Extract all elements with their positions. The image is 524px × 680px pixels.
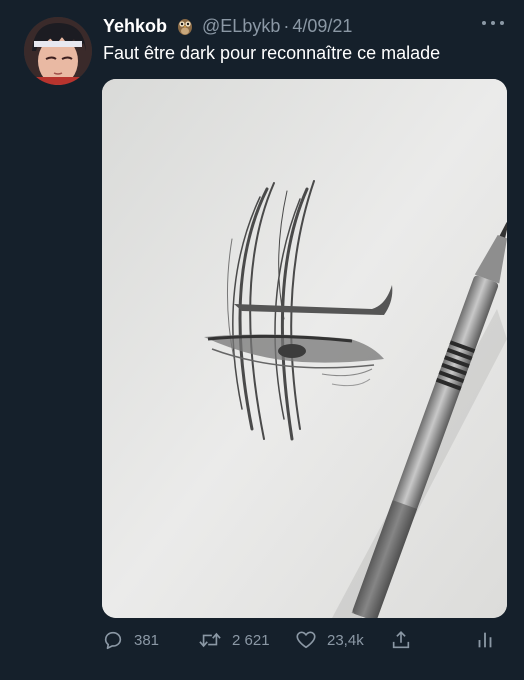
reply-count: 381 (134, 631, 160, 649)
tweet-photo[interactable] (102, 79, 507, 618)
analytics-button[interactable] (474, 625, 496, 655)
tweet-date[interactable]: 4/09/21 (292, 16, 352, 37)
handle[interactable]: @ELbykb (202, 16, 280, 37)
tweet-actions: 381 2 621 23,4k (102, 625, 502, 655)
tweet-header: Yehkob @ELbykb · 4/09/21 (103, 14, 352, 38)
sketch-photo (102, 79, 507, 618)
tweet: Yehkob @ELbykb · 4/09/21 Faut être dark … (0, 0, 524, 680)
display-name[interactable]: Yehkob (103, 16, 167, 37)
like-button[interactable]: 23,4k (295, 625, 364, 655)
more-options-icon[interactable] (482, 16, 504, 30)
retweet-button[interactable]: 2 621 (198, 625, 270, 655)
retweet-count: 2 621 (232, 631, 270, 649)
reply-button[interactable]: 381 (102, 625, 159, 655)
heart-icon (296, 631, 316, 649)
owl-icon (176, 16, 194, 36)
retweet-icon (199, 632, 221, 648)
avatar-image (24, 17, 92, 85)
like-count: 23,4k (327, 631, 364, 649)
share-button[interactable] (390, 625, 412, 655)
tweet-text: Faut être dark pour reconnaître ce malad… (103, 43, 441, 63)
separator-dot: · (283, 15, 290, 36)
share-icon (392, 631, 410, 649)
analytics-icon (478, 632, 492, 648)
avatar[interactable] (24, 17, 92, 85)
reply-icon (104, 631, 122, 650)
